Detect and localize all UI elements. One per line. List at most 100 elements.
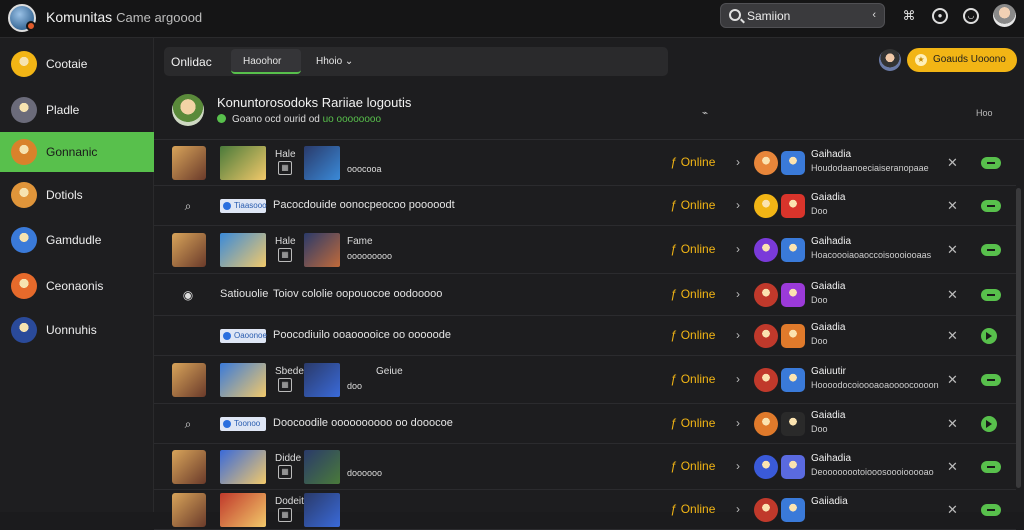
player-avatar-secondary[interactable] <box>781 411 805 436</box>
chevron-right-icon[interactable]: › <box>736 372 740 386</box>
player-avatar[interactable] <box>754 411 778 436</box>
chevron-right-icon[interactable]: › <box>736 502 740 516</box>
table-row[interactable]: Sbede ▦ Geiue doo ƒ Online › Gaiuutir Hoooodocoi… <box>154 356 1016 404</box>
close-icon[interactable]: ✕ <box>947 459 958 475</box>
game-icon[interactable]: ▦ <box>278 161 292 175</box>
sidebar-item-7[interactable]: Uonnuhis <box>0 310 154 350</box>
player-avatar-secondary[interactable] <box>781 150 805 175</box>
row-icon[interactable]: ⌕ <box>180 198 196 214</box>
player-avatar[interactable] <box>754 323 778 348</box>
camera-icon[interactable]: ● <box>932 8 948 24</box>
game-thumbnail[interactable] <box>220 232 266 267</box>
friend-avatar[interactable] <box>879 49 901 71</box>
table-row[interactable]: Didde ▦ doooooo ƒ Online › Gaihadia Deoooooooto… <box>154 444 1016 490</box>
player-avatar-secondary[interactable] <box>781 237 805 262</box>
toggle-button[interactable] <box>981 460 1001 473</box>
chevron-right-icon[interactable]: › <box>736 459 740 473</box>
sidebar-item-3[interactable]: Gonnanic <box>0 132 154 172</box>
table-row[interactable]: ◉ Satiouolie Toiov cololie oopouocoe oodoo… <box>154 274 1016 316</box>
gamepad-icon[interactable]: ⌘ <box>901 8 917 24</box>
game-thumbnail[interactable] <box>220 145 266 180</box>
row-icon[interactable]: ⌕ <box>180 416 196 432</box>
close-icon[interactable]: ✕ <box>947 502 958 518</box>
player-avatar[interactable] <box>754 497 778 522</box>
toggle-button[interactable] <box>981 156 1001 169</box>
app-logo[interactable] <box>8 4 36 32</box>
chevron-right-icon[interactable]: › <box>736 242 740 256</box>
table-row[interactable]: ⌕ Tiaasooo Pacocdouide oonocpeocoo poooood… <box>154 186 1016 226</box>
player-avatar[interactable] <box>754 454 778 479</box>
chevron-right-icon[interactable]: › <box>736 328 740 342</box>
chat-icon[interactable]: ◡ <box>963 8 979 24</box>
game-icon[interactable]: ▦ <box>278 248 292 262</box>
player-avatar-secondary[interactable] <box>781 454 805 479</box>
game-icon[interactable]: ▦ <box>278 465 292 479</box>
row-avatar[interactable] <box>172 232 206 267</box>
row-avatar[interactable] <box>172 492 206 527</box>
row-avatar[interactable] <box>172 145 206 180</box>
row-icon[interactable]: ◉ <box>180 287 196 303</box>
community-avatar[interactable] <box>172 94 204 126</box>
player-avatar-secondary[interactable] <box>781 282 805 307</box>
search-input[interactable] <box>747 7 857 25</box>
chevron-right-icon[interactable]: › <box>736 416 740 430</box>
sidebar-item-6[interactable]: Ceonaonis <box>0 266 154 306</box>
table-row[interactable]: Hale ▦ Fame ooooooooo ƒ Online › Gaihadia Hoacoo… <box>154 226 1016 274</box>
sidebar-item-2[interactable]: Pladle <box>0 90 154 130</box>
close-icon[interactable]: ✕ <box>947 416 958 432</box>
action-button[interactable]: ★ Goauds Uooono <box>907 48 1017 72</box>
toggle-button[interactable] <box>981 243 1001 256</box>
scrollbar[interactable] <box>1016 188 1021 488</box>
player-avatar-secondary[interactable] <box>781 323 805 348</box>
table-row[interactable]: ⌕ Toonoo Doocoodile oooooooooo oo dooocoe ƒ… <box>154 404 1016 444</box>
toggle-button[interactable] <box>981 199 1001 212</box>
game-thumbnail[interactable] <box>220 362 266 397</box>
user-avatar[interactable] <box>993 4 1016 27</box>
player-avatar[interactable] <box>754 150 778 175</box>
game-thumbnail[interactable] <box>220 492 266 527</box>
chevron-right-icon[interactable]: › <box>736 287 740 301</box>
table-row[interactable]: Oaoonoe Poocodiuilo ooaooooice oo ooooode… <box>154 316 1016 356</box>
table-row[interactable]: Dodeit ▦ ƒ Online › Gaiiadia ✕ <box>154 490 1016 530</box>
chevron-right-icon[interactable]: › <box>736 155 740 169</box>
character-thumbnail[interactable] <box>304 145 340 180</box>
table-row[interactable]: Hale ▦ ooocooa ƒ Online › Gaihadia Houdodaanoec… <box>154 140 1016 186</box>
toggle-button[interactable] <box>981 503 1001 516</box>
close-icon[interactable]: ✕ <box>947 155 958 171</box>
close-icon[interactable]: ✕ <box>947 372 958 388</box>
play-button[interactable] <box>981 327 997 344</box>
player-avatar-secondary[interactable] <box>781 193 805 218</box>
close-icon[interactable]: ✕ <box>947 198 958 214</box>
player-avatar[interactable] <box>754 193 778 218</box>
game-icon[interactable]: ▦ <box>278 508 292 522</box>
toggle-button[interactable] <box>981 288 1001 301</box>
player-avatar[interactable] <box>754 282 778 307</box>
row-avatar[interactable] <box>172 449 206 484</box>
character-thumbnail[interactable] <box>304 232 340 267</box>
character-thumbnail[interactable] <box>304 449 340 484</box>
tag-badge[interactable]: Toonoo <box>220 416 266 431</box>
sidebar-item-5[interactable]: Gamdudle <box>0 220 154 260</box>
close-icon[interactable]: ✕ <box>947 242 958 258</box>
toggle-button[interactable] <box>981 373 1001 386</box>
player-avatar-secondary[interactable] <box>781 367 805 392</box>
game-icon[interactable]: ▦ <box>278 378 292 392</box>
tab-second[interactable]: Hhoio ⌄ <box>304 49 374 74</box>
chevron-right-icon[interactable]: › <box>736 198 740 212</box>
tab-first[interactable]: Haoohor <box>231 49 301 74</box>
tag-badge[interactable]: Oaoonoe <box>220 328 267 343</box>
player-avatar[interactable] <box>754 367 778 392</box>
sort-icon[interactable]: ⌁ <box>702 108 708 119</box>
character-thumbnail[interactable] <box>304 362 340 397</box>
game-thumbnail[interactable] <box>220 449 266 484</box>
row-avatar[interactable] <box>172 362 206 397</box>
sidebar-item-1[interactable]: Cootaie <box>0 44 154 84</box>
sidebar-item-4[interactable]: Dotiols <box>0 175 154 215</box>
player-avatar-secondary[interactable] <box>781 497 805 522</box>
tag-badge[interactable]: Tiaasooo <box>220 198 267 213</box>
chevron-left-icon[interactable]: ‹ <box>872 9 876 21</box>
play-button[interactable] <box>981 415 997 432</box>
player-avatar[interactable] <box>754 237 778 262</box>
character-thumbnail[interactable] <box>304 492 340 527</box>
search-box[interactable]: ‹ <box>720 3 885 28</box>
